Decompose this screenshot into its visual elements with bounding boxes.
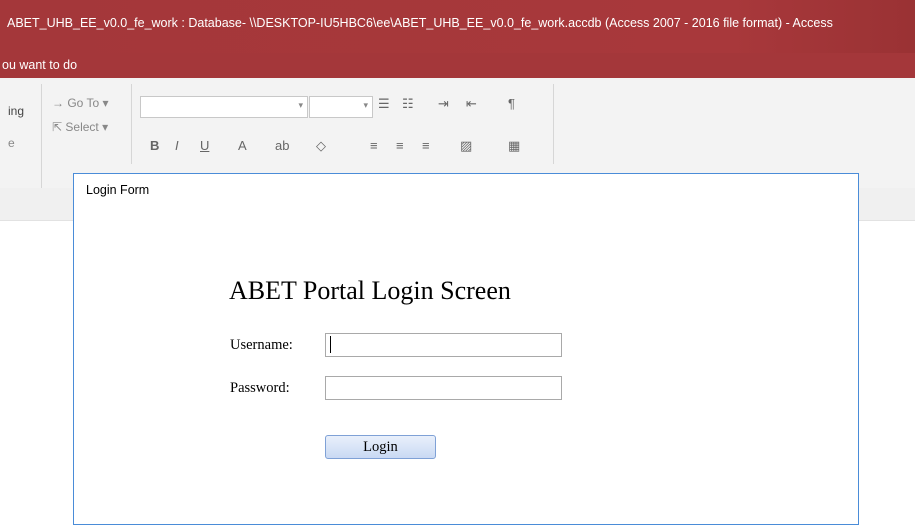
username-label: Username:: [230, 337, 293, 353]
password-input[interactable]: [325, 376, 562, 400]
password-label: Password:: [230, 380, 290, 396]
alternate-fill-button[interactable]: ▨: [460, 138, 472, 154]
ribbon-partial-label[interactable]: ing: [8, 104, 24, 118]
indent-decrease-icon[interactable]: ⇤: [466, 96, 477, 112]
login-button[interactable]: Login: [325, 435, 436, 459]
align-center-button[interactable]: ≡: [396, 138, 404, 153]
font-size-dropdown[interactable]: ▾: [309, 96, 373, 118]
form-title: Login Form: [86, 183, 150, 197]
window-title: ABET_UHB_EE_v0.0_fe_work : Database- \\D…: [7, 16, 833, 30]
select-button[interactable]: ⇱ Select ▾: [52, 120, 108, 134]
text-cursor: [330, 336, 331, 353]
align-right-button[interactable]: ≡: [422, 138, 430, 153]
title-bar: ABET_UHB_EE_v0.0_fe_work : Database- \\D…: [0, 0, 915, 53]
fill-color-button[interactable]: ◇: [316, 138, 326, 154]
chevron-down-icon: ▾: [298, 100, 303, 110]
ribbon-separator: [41, 84, 42, 188]
ribbon-separator: [553, 84, 554, 164]
rtl-icon[interactable]: ¶: [508, 96, 515, 111]
indent-increase-icon[interactable]: ⇥: [438, 96, 449, 112]
username-input[interactable]: [325, 333, 562, 357]
align-left-button[interactable]: ≡: [370, 138, 378, 153]
underline-button[interactable]: U: [200, 138, 209, 153]
select-label: Select ▾: [65, 120, 109, 134]
chevron-down-icon: ▾: [363, 100, 368, 110]
gridlines-button[interactable]: ▦: [508, 138, 520, 154]
highlight-button[interactable]: ab: [275, 138, 289, 153]
bold-button[interactable]: B: [150, 138, 159, 153]
tell-me-text[interactable]: ou want to do: [2, 58, 77, 72]
italic-button[interactable]: I: [175, 138, 179, 153]
login-form-window: Login Form ABET Portal Login Screen User…: [73, 173, 859, 525]
font-name-dropdown[interactable]: ▾: [140, 96, 308, 118]
ribbon-separator: [131, 84, 132, 164]
portal-heading: ABET Portal Login Screen: [229, 276, 511, 305]
tell-me-bar[interactable]: ou want to do: [0, 53, 915, 78]
ribbon-partial-label-2[interactable]: e: [8, 136, 15, 150]
font-color-button[interactable]: A: [238, 138, 247, 153]
cursor-icon: ⇱: [52, 120, 63, 134]
goto-button[interactable]: → Go To ▾: [52, 96, 109, 110]
bullets-icon[interactable]: ☰: [378, 96, 390, 112]
numbering-icon[interactable]: ☷: [402, 96, 414, 112]
